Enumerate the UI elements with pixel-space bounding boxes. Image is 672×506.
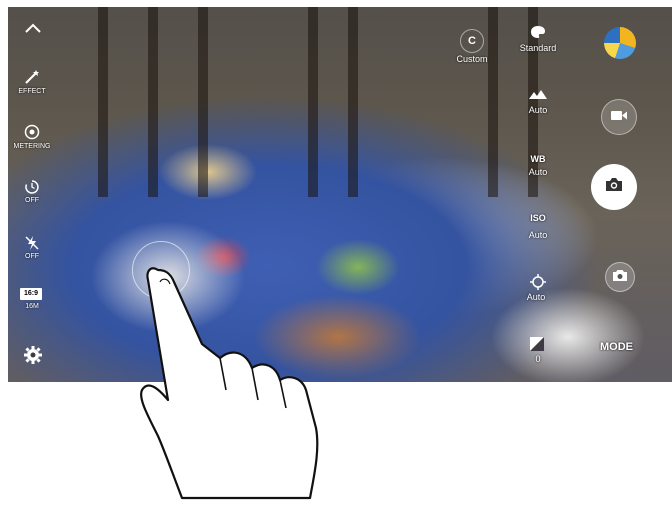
focus-value: Auto [526,292,546,302]
switch-camera-icon [612,268,628,287]
picture-size-badge[interactable]: 16:9 [20,288,42,300]
fence-slat [488,7,498,197]
flash-off-label: OFF [25,253,39,260]
timer-icon[interactable] [24,179,40,195]
video-camera-icon [611,108,627,126]
exposure-icon[interactable] [530,337,544,351]
switch-camera-button[interactable] [605,262,635,292]
standard-tone-label: Standard [519,43,557,53]
iso-mountains-icon[interactable] [528,87,548,101]
gear-icon[interactable] [23,345,43,365]
shutter-button[interactable] [591,164,637,210]
color-tone-icon[interactable] [530,25,546,39]
tap-gesture-hand-icon [140,267,319,500]
record-video-button[interactable] [601,99,637,135]
gallery-thumbnail[interactable] [604,27,636,59]
custom-mode-label: Custom [456,54,488,64]
flash-off-icon[interactable] [25,235,39,251]
fence-slat [148,7,158,197]
iso-title[interactable]: ISO [518,213,558,223]
metering-icon[interactable] [24,124,40,140]
metering-label: METERING [13,143,51,150]
fence-slat [98,7,108,197]
mode-button[interactable]: MODE [600,341,633,353]
picture-size-label: 16M [25,303,39,310]
timer-off-label: OFF [25,197,39,204]
fence-slat [198,7,208,197]
custom-mode-button[interactable]: C [460,29,484,53]
exposure-value: 0 [535,354,541,364]
chevron-up-icon[interactable] [22,19,44,37]
magic-wand-icon[interactable] [22,69,42,85]
fence-slat [348,7,358,197]
camera-icon [605,177,623,197]
wb-value: Auto [528,167,548,177]
left-control-panel: EFFECT METERING OFF OFF 16:9 16M [8,7,56,382]
focus-icon[interactable] [530,274,546,290]
wb-title[interactable]: WB [518,154,558,164]
iso-value: Auto [528,230,548,240]
effect-label: EFFECT [18,88,46,95]
scene-value: Auto [528,105,548,115]
fence-slat [308,7,318,197]
